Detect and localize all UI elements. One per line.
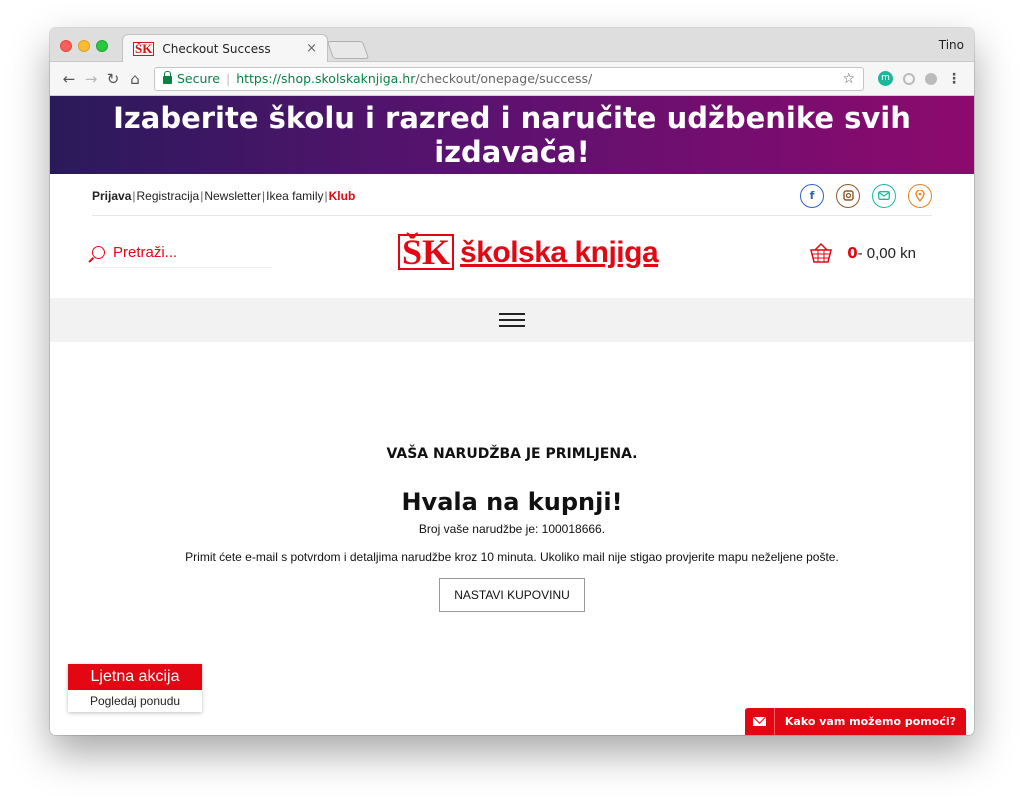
reload-icon[interactable]: ↻ xyxy=(102,70,124,88)
location-icon[interactable] xyxy=(908,183,932,208)
link-divider: | xyxy=(324,188,328,203)
browser-toolbar: ← → ↻ ⌂ Secure | https://shop.skolskaknj… xyxy=(50,62,974,96)
account-links: Prijava|Registracija|Newsletter|Ikea fam… xyxy=(92,189,355,203)
tab-bar: ŠK Checkout Success × Tino xyxy=(50,28,974,62)
link-divider: | xyxy=(200,188,204,203)
main-nav-bar xyxy=(50,298,974,342)
browser-tab-checkout-success[interactable]: ŠK Checkout Success × xyxy=(122,34,328,62)
maximize-window-button[interactable] xyxy=(96,40,108,52)
summer-sale-widget[interactable]: Ljetna akcija Pogledaj ponudu xyxy=(68,664,202,712)
search-placeholder: Pretraži... xyxy=(113,244,178,261)
address-bar[interactable]: Secure | https://shop.skolskaknjiga.hr /… xyxy=(154,66,864,91)
menu-dots-icon[interactable]: ⋮ xyxy=(947,71,961,87)
favicon-icon: ŠK xyxy=(133,40,155,56)
facebook-icon[interactable]: f xyxy=(800,183,824,208)
login-link[interactable]: Prijava xyxy=(92,189,131,203)
help-chat-button[interactable]: Kako vam možemo pomoći? xyxy=(744,708,966,735)
order-received-heading: VAŠA NARUDŽBA JE PRIMLJENA. xyxy=(386,446,638,462)
order-number-text: Broj vaše narudžbe je: 100018666. xyxy=(418,522,606,536)
banner-line-2: izdavača! xyxy=(434,135,590,169)
continue-shopping-button[interactable]: NASTAVI KUPOVINU xyxy=(439,578,585,612)
site-header: Pretraži... ŠK školska knjiga 0 - 0,00 k… xyxy=(92,228,932,288)
secure-label: Secure xyxy=(177,71,220,86)
browser-profile-name[interactable]: Tino xyxy=(939,38,964,52)
hamburger-menu-icon[interactable] xyxy=(499,313,525,327)
extension-ring-icon[interactable] xyxy=(903,72,915,85)
logo-text: školska knjiga xyxy=(460,236,659,269)
envelope-icon xyxy=(745,708,775,735)
site-logo[interactable]: ŠK školska knjiga xyxy=(398,234,659,270)
web-page: Izaberite školu i razred i naručite udžb… xyxy=(50,96,974,735)
view-offer-link[interactable]: Pogledaj ponudu xyxy=(68,690,202,712)
tab-title: Checkout Success xyxy=(162,41,271,56)
cart-total: - 0,00 kn xyxy=(857,244,916,262)
thank-you-title: Hvala na kupnji! xyxy=(401,488,623,516)
extensions: m ⋮ xyxy=(878,71,961,87)
search-icon xyxy=(92,246,105,259)
new-tab-button[interactable] xyxy=(326,41,370,59)
summer-sale-title: Ljetna akcija xyxy=(68,664,202,690)
link-divider: | xyxy=(262,188,266,203)
search-input[interactable]: Pretraži... xyxy=(92,244,272,268)
browser-window: ŠK Checkout Success × Tino ← → ↻ ⌂ Secur… xyxy=(50,28,974,735)
lock-icon xyxy=(163,70,172,84)
instagram-icon[interactable] xyxy=(836,183,860,208)
back-arrow-icon[interactable]: ← xyxy=(58,70,80,88)
checkout-success-content: VAŠA NARUDŽBA JE PRIMLJENA. Hvala na kup… xyxy=(50,446,974,612)
social-links: f xyxy=(800,183,932,208)
extension-dot-icon[interactable] xyxy=(925,72,937,85)
url-host: https://shop.skolskaknjiga.hr xyxy=(236,71,416,86)
link-divider: | xyxy=(132,188,136,203)
basket-icon xyxy=(810,242,833,263)
star-icon[interactable]: ☆ xyxy=(842,71,855,87)
promo-banner[interactable]: Izaberite školu i razred i naručite udžb… xyxy=(50,96,974,174)
cart-count: 0 xyxy=(847,244,858,262)
logo-mark: ŠK xyxy=(398,234,455,270)
close-window-button[interactable] xyxy=(60,40,72,52)
address-separator: | xyxy=(225,71,231,86)
ikea-family-link[interactable]: Ikea family xyxy=(266,189,323,203)
newsletter-link[interactable]: Newsletter xyxy=(204,189,261,203)
mail-icon[interactable] xyxy=(872,183,896,208)
email-info-text: Primit ćete e-mail s potvrdom i detaljim… xyxy=(185,550,839,564)
help-chat-label: Kako vam možemo pomoći? xyxy=(784,715,956,728)
url-path: /checkout/onepage/success/ xyxy=(415,71,593,86)
register-link[interactable]: Registracija xyxy=(137,189,200,203)
home-icon[interactable]: ⌂ xyxy=(124,70,146,88)
forward-arrow-icon[interactable]: → xyxy=(80,70,102,88)
top-links-bar: Prijava|Registracija|Newsletter|Ikea fam… xyxy=(92,176,932,216)
banner-line-1: Izaberite školu i razred i naručite udžb… xyxy=(113,101,911,135)
klub-link[interactable]: Klub xyxy=(329,189,356,203)
extension-icon[interactable]: m xyxy=(878,71,893,86)
minimize-window-button[interactable] xyxy=(78,40,90,52)
window-controls xyxy=(60,40,108,52)
cart-summary[interactable]: 0 - 0,00 kn xyxy=(809,242,916,264)
tab-close-icon[interactable]: × xyxy=(306,41,317,56)
